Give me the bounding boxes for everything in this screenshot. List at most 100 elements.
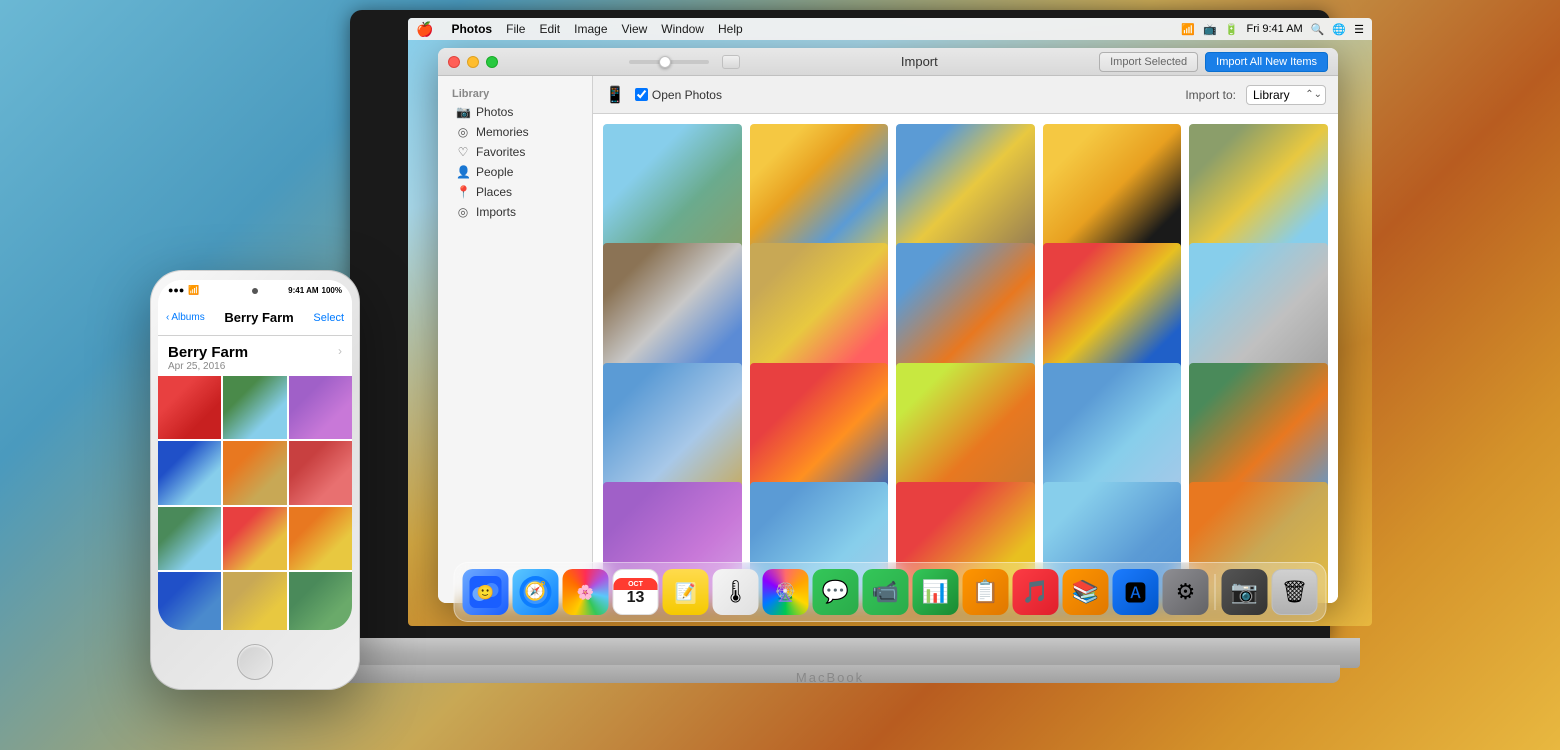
iphone-home-button[interactable]	[237, 644, 273, 680]
battery-icon: 🔋	[1225, 23, 1239, 36]
import-to-dropdown-wrapper[interactable]: Library ⌃⌄	[1246, 85, 1326, 105]
minimize-button[interactable]	[467, 56, 479, 68]
iphone-photo[interactable]	[158, 441, 221, 504]
photo-thumb[interactable]	[603, 243, 742, 382]
photo-thumb[interactable]	[1043, 124, 1182, 263]
dock-messages[interactable]: 💬	[813, 569, 859, 615]
iphone-photo[interactable]	[158, 376, 221, 439]
menubar-right: 📶 📺 🔋 Fri 9:41 AM 🔍 🌐 ☰	[1181, 23, 1364, 36]
menu-edit[interactable]: Edit	[539, 22, 560, 36]
apple-menu-icon[interactable]: 🍎	[416, 21, 433, 38]
sidebar-favorites-label: Favorites	[476, 145, 525, 159]
photo-thumb[interactable]	[750, 124, 889, 263]
window-titlebar: Import Import Selected Import All New It…	[438, 48, 1338, 76]
photo-thumb[interactable]	[896, 363, 1035, 502]
photo-thumb[interactable]	[603, 363, 742, 502]
photo-thumb[interactable]	[1189, 124, 1328, 263]
iphone-photo[interactable]	[223, 507, 286, 570]
photo-thumb[interactable]	[750, 243, 889, 382]
photo-thumb[interactable]	[1043, 243, 1182, 382]
iphone-back-button[interactable]: ‹ Albums	[166, 312, 205, 323]
menu-image[interactable]: Image	[574, 22, 607, 36]
dock-ibooks[interactable]: 📚	[1063, 569, 1109, 615]
menubar: 🍎 Photos File Edit Image View Window Hel…	[408, 18, 1372, 40]
dock: 🙂 🧭 🌸 OCT 13 📝 🌡	[454, 562, 1327, 622]
sidebar-item-favorites[interactable]: ♡ Favorites	[442, 142, 588, 162]
iphone-status-right: 9:41 AM 100%	[288, 286, 342, 295]
open-photos-label[interactable]: Open Photos	[635, 88, 722, 102]
dock-finder[interactable]: 🙂	[463, 569, 509, 615]
menu-file[interactable]: File	[506, 22, 525, 36]
phone-device-icon: 📱	[605, 85, 625, 105]
open-photos-checkbox[interactable]	[635, 88, 648, 101]
iphone-photo[interactable]	[223, 376, 286, 439]
menu-help[interactable]: Help	[718, 22, 743, 36]
iphone-photo[interactable]	[289, 507, 352, 570]
people-sidebar-icon: 👤	[456, 165, 470, 179]
iphone: ●●● 📶 9:41 AM 100% ‹ Albums Berry Farm S…	[150, 270, 360, 700]
iphone-battery: 100%	[322, 286, 342, 295]
dock-appstore[interactable]: 🅰	[1113, 569, 1159, 615]
window-title: Import	[864, 54, 975, 69]
zoom-slider[interactable]	[629, 60, 709, 64]
dock-keynote[interactable]: 📋	[963, 569, 1009, 615]
dock-safari[interactable]: 🧭	[513, 569, 559, 615]
import-to-text: Import to:	[1185, 88, 1236, 102]
sidebar-people-label: People	[476, 165, 513, 179]
dock-numbers[interactable]: 📊	[913, 569, 959, 615]
import-all-button[interactable]: Import All New Items	[1205, 52, 1328, 72]
photo-thumb[interactable]	[603, 124, 742, 263]
iphone-select-button[interactable]: Select	[313, 312, 344, 324]
close-button[interactable]	[448, 56, 460, 68]
search-icon[interactable]: 🔍	[1311, 23, 1325, 36]
dock-itunes[interactable]: 🎵	[1013, 569, 1059, 615]
iphone-nav-title: Berry Farm	[205, 310, 314, 325]
photo-thumb[interactable]	[1189, 363, 1328, 502]
iphone-photo[interactable]	[289, 376, 352, 439]
iphone-album-header: › Berry Farm Apr 25, 2016	[158, 336, 352, 376]
photo-thumb[interactable]	[896, 124, 1035, 263]
back-chevron-icon: ‹	[166, 312, 169, 323]
dock-camera2[interactable]: 📷	[1222, 569, 1268, 615]
dock-photos[interactable]: 🌸	[563, 569, 609, 615]
dock-facetime[interactable]: 📹	[863, 569, 909, 615]
sidebar-item-places[interactable]: 📍 Places	[442, 182, 588, 202]
iphone-photo[interactable]	[158, 507, 221, 570]
sidebar-item-memories[interactable]: ◎ Memories	[442, 122, 588, 142]
iphone-signal: ●●●	[168, 285, 184, 295]
iphone-photo[interactable]	[223, 572, 286, 630]
iphone-photo[interactable]	[289, 441, 352, 504]
view-toggle-btn[interactable]	[722, 55, 740, 69]
dock-trash[interactable]: 🗑	[1272, 569, 1318, 615]
dock-weather[interactable]: 🌡	[713, 569, 759, 615]
world-icon[interactable]: 🌐	[1332, 23, 1346, 36]
sidebar-item-people[interactable]: 👤 People	[442, 162, 588, 182]
macbook-bottom-bezel	[300, 638, 1360, 668]
app-menu-photos[interactable]: Photos	[451, 22, 492, 36]
photo-thumb[interactable]	[896, 243, 1035, 382]
sidebar-item-imports[interactable]: ◎ Imports	[442, 202, 588, 222]
iphone-photo[interactable]	[158, 572, 221, 630]
iphone-navbar: ‹ Albums Berry Farm Select	[158, 300, 352, 336]
menu-window[interactable]: Window	[661, 22, 704, 36]
iphone-photo[interactable]	[223, 441, 286, 504]
svg-text:🌸: 🌸	[577, 584, 594, 601]
list-icon[interactable]: ☰	[1354, 23, 1364, 36]
dock-pinwheel[interactable]: 🎡	[763, 569, 809, 615]
maximize-button[interactable]	[486, 56, 498, 68]
import-toolbar: 📱 Open Photos Import to: Library ⌃⌄	[593, 76, 1338, 114]
iphone-photo[interactable]	[289, 572, 352, 630]
menu-view[interactable]: View	[622, 22, 648, 36]
macbook: 🍎 Photos File Edit Image View Window Hel…	[300, 10, 1400, 730]
dock-notes[interactable]: 📝	[663, 569, 709, 615]
photo-thumb[interactable]	[1043, 363, 1182, 502]
photo-thumb[interactable]	[1189, 243, 1328, 382]
import-selected-button[interactable]: Import Selected	[1099, 52, 1198, 72]
sidebar-item-photos[interactable]: 📷 Photos	[442, 102, 588, 122]
dock-settings[interactable]: ⚙	[1163, 569, 1209, 615]
sidebar-library-label: Library	[438, 84, 592, 102]
dock-calendar[interactable]: OCT 13	[613, 569, 659, 615]
places-sidebar-icon: 📍	[456, 185, 470, 199]
photo-thumb[interactable]	[750, 363, 889, 502]
import-to-select[interactable]: Library	[1246, 85, 1326, 105]
